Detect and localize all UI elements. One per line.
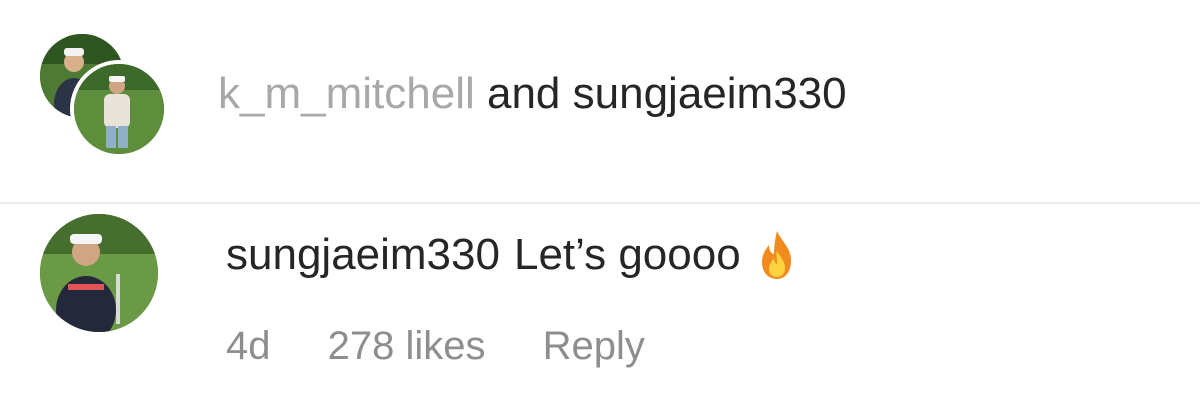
- avatar-sungjaeim330[interactable]: [70, 60, 168, 158]
- fire-icon: [755, 229, 799, 281]
- liked-by-user-1[interactable]: k_m_mitchell: [218, 69, 475, 118]
- comment-likes-count[interactable]: 278 likes: [328, 322, 486, 370]
- comment-avatar[interactable]: [40, 214, 158, 332]
- comment-username[interactable]: sungjaeim330: [226, 228, 500, 282]
- comment-text: Let’s goooo: [513, 230, 741, 279]
- reply-button[interactable]: Reply: [543, 322, 645, 370]
- comment-body: sungjaeim330 Let’s goooo 4d 278 likes Re…: [226, 228, 799, 370]
- liked-by-avatars[interactable]: [40, 34, 168, 158]
- comment-timestamp[interactable]: 4d: [226, 322, 271, 370]
- comment-line: sungjaeim330 Let’s goooo: [226, 228, 799, 282]
- divider: [0, 202, 1200, 204]
- liked-by-conjunction: and: [486, 69, 561, 118]
- liked-by-user-2[interactable]: sungjaeim330: [573, 69, 847, 118]
- liked-by-text: k_m_mitchell and sungjaeim330: [218, 68, 847, 120]
- comment-meta: 4d 278 likes Reply: [226, 322, 799, 370]
- liked-by-row: k_m_mitchell and sungjaeim330: [0, 0, 1200, 200]
